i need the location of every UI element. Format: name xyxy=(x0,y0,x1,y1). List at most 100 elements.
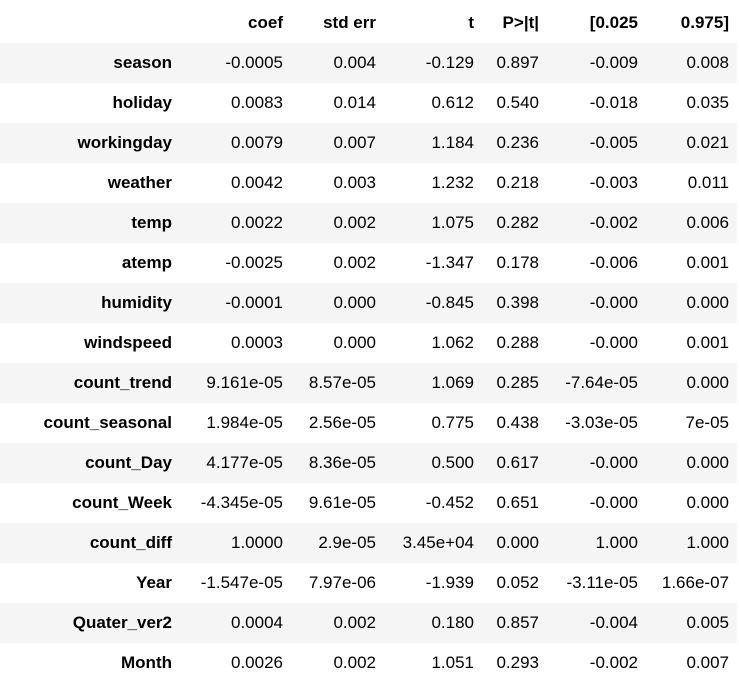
ci-lower-cell: -0.000 xyxy=(589,453,638,472)
p-value-cell: 0.293 xyxy=(496,653,539,672)
coef-cell: 9.161e-05 xyxy=(206,373,283,392)
t-value-cell: 0.775 xyxy=(431,413,474,432)
ci-lower-cell: -0.009 xyxy=(589,53,638,72)
ci-lower-cell: -0.000 xyxy=(589,493,638,512)
coef-cell: -0.0025 xyxy=(225,253,283,272)
ci-lower-cell: -0.005 xyxy=(589,133,638,152)
p-value-cell: 0.178 xyxy=(496,253,539,272)
ci-upper-cell: 1.66e-07 xyxy=(661,573,729,592)
std-err-cell: 0.002 xyxy=(333,213,376,232)
table-row: count_trend 9.161e-05 8.57e-05 1.069 0.285 -7… xyxy=(0,363,737,403)
regression-results-table: coef std err t P>|t| [0.025 0.975] seaso… xyxy=(0,3,737,683)
table-row: temp 0.0022 0.002 1.075 0.282 -0.002 0.006 xyxy=(0,203,737,243)
t-value-cell: 3.45e+04 xyxy=(402,533,474,552)
row-label: windspeed xyxy=(84,333,172,352)
table-row: count_Day 4.177e-05 8.36e-05 0.500 0.617 -0.0… xyxy=(0,443,737,483)
std-err-cell: 9.61e-05 xyxy=(308,493,376,512)
ci-lower-cell: -3.03e-05 xyxy=(565,413,638,432)
t-value-cell: -0.845 xyxy=(425,293,474,312)
ci-upper-cell: 0.007 xyxy=(686,653,729,672)
p-value-cell: 0.438 xyxy=(496,413,539,432)
table-body: season -0.0005 0.004 -0.129 0.897 -0.009 0.008… xyxy=(0,43,737,683)
ci-upper-cell: 0.021 xyxy=(686,133,729,152)
ci-upper-cell: 1.000 xyxy=(686,533,729,552)
coef-cell: 0.0003 xyxy=(231,333,283,352)
ci-upper-cell: 0.000 xyxy=(686,453,729,472)
std-err-cell: 2.9e-05 xyxy=(318,533,376,552)
coef-cell: 4.177e-05 xyxy=(206,453,283,472)
ci-lower-cell: -0.006 xyxy=(589,253,638,272)
ci-upper-cell: 0.006 xyxy=(686,213,729,232)
ci-upper-cell: 0.005 xyxy=(686,613,729,632)
header-row: coef std err t P>|t| [0.025 0.975] xyxy=(0,3,737,43)
p-value-cell: 0.236 xyxy=(496,133,539,152)
table-row: weather 0.0042 0.003 1.232 0.218 -0.003 0.011 xyxy=(0,163,737,203)
p-value-cell: 0.617 xyxy=(496,453,539,472)
ci-lower-cell: 1.000 xyxy=(595,533,638,552)
table-header: coef std err t P>|t| [0.025 0.975] xyxy=(0,3,737,43)
t-value-cell: -0.452 xyxy=(425,493,474,512)
std-err-cell: 0.000 xyxy=(333,293,376,312)
ci-upper-cell: 0.001 xyxy=(686,333,729,352)
column-header-t: t xyxy=(384,3,482,43)
ci-lower-cell: -0.002 xyxy=(589,213,638,232)
t-value-cell: 1.062 xyxy=(431,333,474,352)
coef-cell: 0.0022 xyxy=(231,213,283,232)
coef-cell: 1.984e-05 xyxy=(206,413,283,432)
coef-cell: -1.547e-05 xyxy=(200,573,283,592)
ci-lower-cell: -0.000 xyxy=(589,333,638,352)
p-value-cell: 0.288 xyxy=(496,333,539,352)
coef-cell: 0.0004 xyxy=(231,613,283,632)
coef-cell: 0.0026 xyxy=(231,653,283,672)
p-value-cell: 0.857 xyxy=(496,613,539,632)
row-label: Month xyxy=(121,653,172,672)
coef-cell: 1.0000 xyxy=(231,533,283,552)
ci-upper-cell: 0.011 xyxy=(687,173,729,192)
row-label: count_Day xyxy=(85,453,172,472)
ci-upper-cell: 0.000 xyxy=(686,293,729,312)
ci-lower-cell: -0.000 xyxy=(589,293,638,312)
std-err-cell: 0.000 xyxy=(333,333,376,352)
ci-lower-cell: -7.64e-05 xyxy=(565,373,638,392)
std-err-cell: 0.007 xyxy=(333,133,376,152)
row-label: temp xyxy=(131,213,172,232)
p-value-cell: 0.285 xyxy=(496,373,539,392)
p-value-cell: 0.398 xyxy=(496,293,539,312)
coef-cell: 0.0083 xyxy=(231,93,283,112)
table-row: workingday 0.0079 0.007 1.184 0.236 -0.005 0.0… xyxy=(0,123,737,163)
table-row: humidity -0.0001 0.000 -0.845 0.398 -0.000 0.0… xyxy=(0,283,737,323)
column-header-coef: coef xyxy=(180,3,291,43)
std-err-cell: 0.014 xyxy=(333,93,376,112)
ci-lower-cell: -0.004 xyxy=(589,613,638,632)
ci-upper-cell: 7e-05 xyxy=(685,413,729,432)
row-label: humidity xyxy=(101,293,172,312)
row-label: season xyxy=(113,53,172,72)
row-label: Year xyxy=(136,573,172,592)
coef-cell: -0.0001 xyxy=(225,293,283,312)
ci-upper-cell: 0.000 xyxy=(686,373,729,392)
std-err-cell: 2.56e-05 xyxy=(308,413,376,432)
p-value-cell: 0.000 xyxy=(496,533,539,552)
t-value-cell: 0.500 xyxy=(431,453,474,472)
ci-upper-cell: 0.000 xyxy=(686,493,729,512)
t-value-cell: 1.051 xyxy=(431,653,474,672)
coef-cell: 0.0042 xyxy=(231,173,283,192)
t-value-cell: -0.129 xyxy=(425,53,474,72)
ci-lower-cell: -0.003 xyxy=(589,173,638,192)
std-err-cell: 7.97e-06 xyxy=(308,573,376,592)
std-err-cell: 8.57e-05 xyxy=(308,373,376,392)
coef-cell: -4.345e-05 xyxy=(200,493,283,512)
ci-lower-cell: -0.002 xyxy=(589,653,638,672)
table-row: Quater_ver2 0.0004 0.002 0.180 0.857 -0.004 0.… xyxy=(0,603,737,643)
ci-upper-cell: 0.035 xyxy=(686,93,729,112)
std-err-cell: 0.003 xyxy=(333,173,376,192)
std-err-cell: 0.002 xyxy=(333,653,376,672)
p-value-cell: 0.052 xyxy=(496,573,539,592)
column-header-ci-upper: 0.975] xyxy=(646,3,737,43)
coef-cell: -0.0005 xyxy=(225,53,283,72)
row-label: count_seasonal xyxy=(43,413,173,432)
table-row: count_seasonal 1.984e-05 2.56e-05 0.775 0.43… xyxy=(0,403,737,443)
table-row: season -0.0005 0.004 -0.129 0.897 -0.009 0.008 xyxy=(0,43,737,83)
std-err-cell: 8.36e-05 xyxy=(308,453,376,472)
std-err-cell: 0.002 xyxy=(333,613,376,632)
